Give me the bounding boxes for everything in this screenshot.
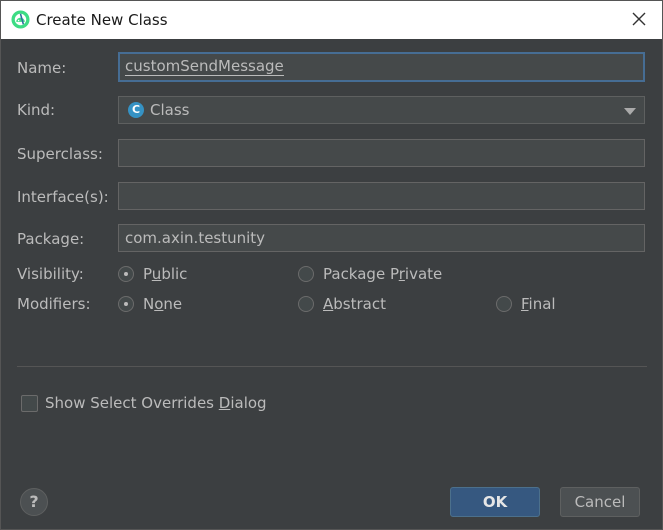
create-new-class-dialog: Create New Class Name: customSendMessage… bbox=[0, 0, 663, 530]
modifier-abstract-mnemonic: A bbox=[323, 295, 334, 313]
separator bbox=[17, 366, 647, 367]
modifier-abstract-label[interactable]: Abstract bbox=[323, 295, 386, 313]
kind-label: Kind: bbox=[17, 101, 56, 119]
modifier-none-text-b: ne bbox=[163, 295, 183, 313]
name-value: customSendMessage bbox=[125, 57, 284, 76]
package-label: Package: bbox=[17, 230, 85, 248]
show-overrides-text-a: Show Select Overrides bbox=[45, 394, 219, 412]
modifier-none-label[interactable]: None bbox=[143, 295, 182, 313]
name-input[interactable]: customSendMessage bbox=[118, 52, 645, 82]
modifiers-label: Modifiers: bbox=[17, 295, 91, 313]
visibility-package-private-radio[interactable] bbox=[298, 266, 314, 282]
ok-button[interactable]: OK bbox=[450, 487, 540, 517]
class-icon: C bbox=[128, 102, 144, 118]
show-overrides-mnemonic: D bbox=[218, 394, 231, 412]
cancel-button[interactable]: Cancel bbox=[560, 487, 640, 517]
visibility-public-label[interactable]: Public bbox=[143, 265, 187, 283]
name-label: Name: bbox=[17, 59, 67, 77]
android-studio-icon bbox=[11, 10, 30, 29]
window-title: Create New Class bbox=[36, 11, 168, 29]
modifier-abstract-text-b: bstract bbox=[333, 295, 386, 313]
title-bar: Create New Class bbox=[1, 1, 662, 39]
show-overrides-checkbox[interactable] bbox=[21, 395, 38, 412]
kind-select[interactable]: C Class bbox=[118, 96, 645, 124]
package-input[interactable]: com.axin.testunity bbox=[118, 224, 645, 252]
modifier-final-text-b: inal bbox=[528, 295, 556, 313]
visibility-public-mnemonic: u bbox=[151, 265, 162, 283]
superclass-label: Superclass: bbox=[17, 145, 103, 163]
modifier-abstract-radio[interactable] bbox=[298, 296, 314, 312]
visibility-public-text-a: P bbox=[143, 265, 152, 283]
modifier-final-mnemonic: F bbox=[521, 295, 529, 313]
show-overrides-text-b: ialog bbox=[230, 394, 267, 412]
modifier-final-label[interactable]: Final bbox=[521, 295, 556, 313]
visibility-package-private-label[interactable]: Package Private bbox=[323, 265, 442, 283]
modifier-final-radio[interactable] bbox=[496, 296, 512, 312]
visibility-package-private-text-a: Package P bbox=[323, 265, 399, 283]
help-button[interactable]: ? bbox=[20, 488, 48, 516]
package-value: com.axin.testunity bbox=[125, 229, 266, 247]
interfaces-input[interactable] bbox=[118, 182, 645, 210]
interfaces-label: Interface(s): bbox=[17, 188, 109, 206]
modifier-none-text-a: N bbox=[143, 295, 155, 313]
dropdown-arrow-icon[interactable] bbox=[624, 108, 636, 115]
visibility-public-radio[interactable] bbox=[118, 266, 134, 282]
visibility-label: Visibility: bbox=[17, 265, 84, 283]
modifier-none-radio[interactable] bbox=[118, 296, 134, 312]
close-icon[interactable] bbox=[630, 10, 648, 28]
superclass-input[interactable] bbox=[118, 139, 645, 167]
show-overrides-label[interactable]: Show Select Overrides Dialog bbox=[45, 394, 267, 412]
visibility-package-private-text-b: ivate bbox=[404, 265, 443, 283]
visibility-public-text-b: blic bbox=[161, 265, 188, 283]
kind-value: Class bbox=[150, 101, 190, 119]
